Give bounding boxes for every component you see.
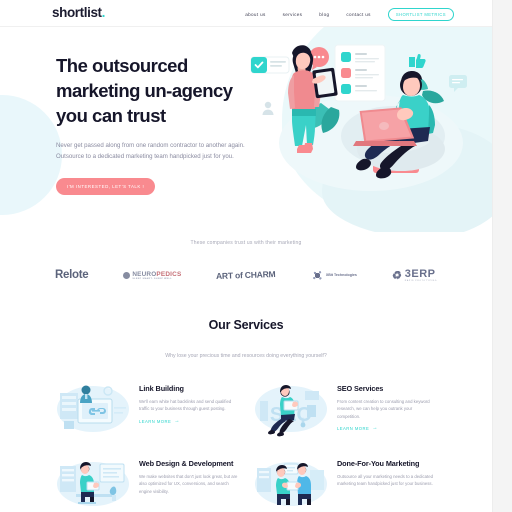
service-body: Web Design & Development We make website… (139, 456, 238, 495)
services-title: Our Services (208, 318, 284, 332)
client-logo-relote: Relote (55, 269, 89, 281)
hero-cta-button[interactable]: I'M INTERESTED, LET'S TALK ! (56, 178, 156, 195)
hero-section: The outsourced marketing un-agency you c… (0, 27, 492, 232)
service-title: Link Building (139, 384, 184, 393)
service-title: Done-For-You Marketing (337, 459, 420, 468)
done-for-you-illustration (255, 462, 327, 506)
services-grid: Link Building We'll earn white hat backl… (0, 381, 492, 512)
arrow-right-icon: → (174, 417, 181, 424)
client-logo-art-of-charm: ART of CHARM (216, 268, 277, 282)
hero-title: The outsourced marketing un-agency you c… (56, 53, 281, 128)
trust-label: These companies trust us with their mark… (190, 240, 302, 246)
hero-title-line-3: you can trust (56, 105, 166, 126)
site-header: shortlist. about us services blog contac… (0, 0, 492, 27)
learn-more-label: LEARN MORE (139, 419, 172, 425)
trust-logo-row: Relote NEUROPEDICS SLEEP SMART. SLEEP WE… (0, 268, 492, 282)
page-viewport: shortlist. about us services blog contac… (0, 0, 492, 512)
client-logo-3erp: ♻ 3ERP RAPID PROTOTYPING (390, 268, 437, 282)
service-body: Link Building We'll earn white hat backl… (139, 381, 238, 424)
service-body: SEO Services From content creation to co… (337, 381, 436, 432)
arrow-right-icon: → (372, 425, 379, 432)
nav-item-blog[interactable]: blog (319, 12, 329, 17)
main-nav: about us services blog contact us SHORTL… (245, 8, 454, 21)
nav-item-about-us[interactable]: about us (245, 12, 265, 17)
service-description: We make websites that don't just look gr… (139, 474, 238, 494)
seo-illustration: SEO (255, 385, 327, 437)
service-title: SEO Services (337, 384, 384, 393)
service-description: We'll earn white hat backlinks and send … (139, 399, 232, 412)
services-section: Our Services Why lose your precious time… (0, 318, 492, 512)
hero-copy: The outsourced marketing un-agency you c… (56, 53, 281, 195)
learn-more-label: LEARN MORE (337, 426, 370, 432)
3erp-tagline: RAPID PROTOTYPING (404, 280, 437, 282)
xbit-mark-icon (310, 268, 324, 282)
learn-more-link[interactable]: LEARN MORE → (139, 417, 238, 425)
xbit-wordmark: XBit Technologies (325, 273, 357, 277)
client-logo-neuropedics: NEUROPEDICS SLEEP SMART. SLEEP WELL (123, 271, 181, 280)
neuropedics-tagline: SLEEP SMART. SLEEP WELL (132, 277, 172, 280)
site-logo[interactable]: shortlist. (52, 5, 105, 20)
service-body: Done-For-You Marketing Outsource all you… (337, 456, 436, 488)
client-logo-xbit-technologies: XBit Technologies (310, 268, 357, 282)
hero-title-line-1: The outsourced (56, 55, 188, 76)
page-scrollbar-gutter[interactable] (492, 0, 512, 512)
shortlist-metrics-button[interactable]: SHORTLIST METRICS (387, 8, 454, 21)
nav-item-contact-us[interactable]: contact us (346, 12, 370, 17)
learn-more-link[interactable]: LEARN MORE → (337, 425, 436, 432)
hero-subtitle: Never get passed along from one random c… (56, 142, 245, 160)
service-card-link-building[interactable]: Link Building We'll earn white hat backl… (56, 381, 238, 438)
logo-text: shortlist (52, 5, 102, 20)
web-design-illustration (57, 462, 129, 506)
service-title: Web Design & Development (139, 459, 234, 468)
neuropedics-wordmark: NEUROPEDICS SLEEP SMART. SLEEP WELL (132, 270, 182, 280)
hero-blob-left (0, 95, 62, 215)
service-description: Outsource all your marketing needs to a … (337, 474, 434, 487)
service-card-done-for-you-marketing[interactable]: Done-For-You Marketing Outsource all you… (254, 456, 436, 512)
nav-item-services[interactable]: services (283, 12, 303, 17)
link-building-illustration (57, 385, 129, 432)
services-subtitle: Why lose your precious time and resource… (165, 353, 327, 359)
service-description: From content creation to consulting and … (337, 399, 430, 419)
3erp-mark-icon: ♻ (390, 269, 403, 282)
service-card-seo-services[interactable]: SEO Services From content creation to co… (254, 381, 436, 438)
service-card-web-design-development[interactable]: Web Design & Development We make website… (56, 456, 238, 512)
neuropedics-mark-icon (123, 271, 131, 279)
hero-title-line-2: marketing un-agency (56, 80, 233, 101)
trust-strip: These companies trust us with their mark… (0, 232, 492, 312)
3erp-wordmark: 3ERP RAPID PROTOTYPING (404, 268, 437, 282)
logo-dot: . (101, 5, 106, 20)
